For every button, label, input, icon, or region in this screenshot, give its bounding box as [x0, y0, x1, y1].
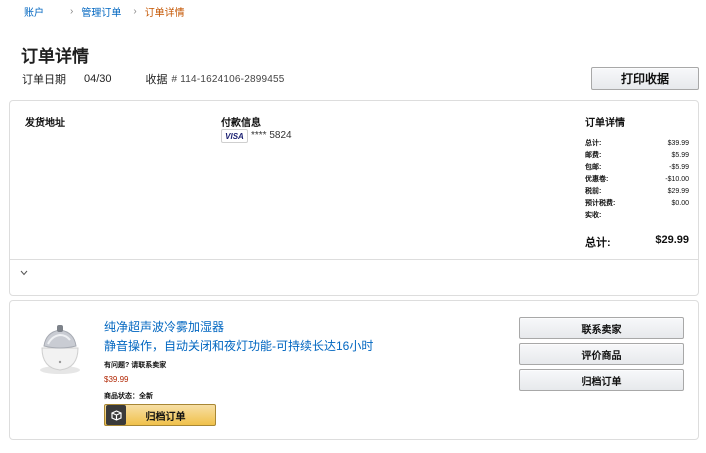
- breadcrumb-manage-orders[interactable]: 管理订单: [81, 4, 121, 19]
- receipt-label: 收据: [145, 74, 168, 86]
- product-title-link[interactable]: 纯净超声波冷雾加湿器: [104, 318, 224, 335]
- card-number: **** 5824: [251, 130, 292, 141]
- breadcrumb-order-details: 订单详情: [144, 8, 185, 19]
- cost-breakdown: 总计: $39.99 邮费: $5.99 包邮: -$5.99 优惠卷: -$10.00…: [585, 138, 689, 222]
- breadcrumb-separator-icon: ›: [133, 6, 137, 17]
- visa-card-icon: VISA: [221, 129, 248, 143]
- cost-row: 税前: $29.99: [585, 188, 689, 195]
- archive-order-label: 归档订单: [145, 411, 186, 423]
- order-details-title: 订单详情: [585, 118, 625, 129]
- archive-order-primary-button[interactable]: 归档订单: [104, 404, 216, 426]
- breadcrumb-separator-icon: ›: [70, 6, 74, 17]
- grand-total-label: 总计:: [585, 237, 611, 249]
- payment-info-title: 付款信息: [221, 118, 261, 129]
- product-subtitle-link[interactable]: 静音操作，自动关闭和夜灯功能-可持续长达16小时: [104, 337, 373, 354]
- breadcrumb: 账户 › 管理订单 › 订单详情: [24, 4, 185, 19]
- cost-row: 包邮: -$5.99: [585, 164, 689, 171]
- order-date-value: 04/30: [84, 73, 112, 85]
- receipt-number: # 114-1624106-2899455: [171, 73, 285, 85]
- grand-total-value: $29.99: [655, 234, 689, 246]
- cost-row: 优惠卷: -$10.00: [585, 176, 689, 183]
- cost-row: 总计: $39.99: [585, 140, 689, 147]
- archive-order-button[interactable]: 归档订单: [519, 369, 684, 391]
- shipping-address-title: 发货地址: [25, 118, 65, 129]
- contact-seller-question[interactable]: 有问题? 请联系卖家: [104, 360, 166, 370]
- review-product-button[interactable]: 评价商品: [519, 343, 684, 365]
- chevron-down-icon[interactable]: [20, 268, 28, 278]
- box-icon: [106, 405, 126, 425]
- cost-row: 预计税费: $0.00: [585, 200, 689, 207]
- breadcrumb-account[interactable]: 账户: [24, 4, 44, 19]
- contact-seller-button[interactable]: 联系卖家: [519, 317, 684, 339]
- page-title: 订单详情: [21, 47, 89, 66]
- summary-divider: [10, 259, 698, 260]
- cost-row: 邮费: $5.99: [585, 152, 689, 159]
- item-price: $39.99: [104, 375, 129, 384]
- order-meta: 订单日期 04/30 收据 # 114-1624106-2899455: [22, 71, 285, 87]
- humidifier-product-image[interactable]: [36, 320, 84, 376]
- item-condition: 商品状态：全新: [104, 393, 153, 400]
- print-receipt-button[interactable]: 打印收据: [591, 67, 699, 90]
- order-date-label: 订单日期: [22, 74, 66, 86]
- grand-total: 总计: $29.99: [585, 234, 689, 250]
- cost-row: 实收:: [585, 212, 602, 219]
